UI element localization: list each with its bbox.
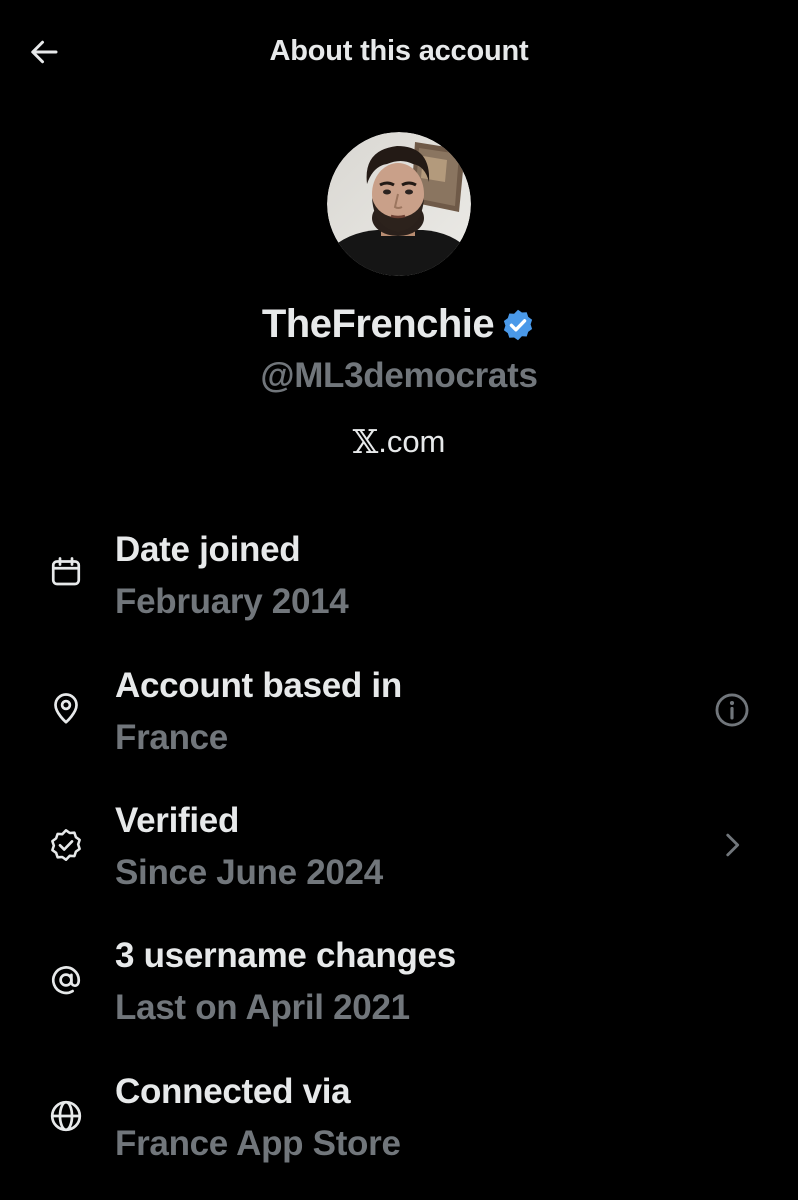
info-icon — [715, 693, 749, 727]
info-button[interactable] — [710, 688, 754, 732]
item-label: Account based in — [115, 666, 402, 705]
item-value: Last on April 2021 — [115, 988, 410, 1027]
item-value: Since June 2024 — [115, 853, 383, 892]
top-bar: About this account — [0, 0, 798, 104]
item-label: Verified — [115, 801, 240, 840]
avatar-photo — [327, 132, 471, 276]
page-title: About this account — [269, 35, 529, 67]
website-domain: .com — [378, 423, 446, 459]
username-handle: @ML3democrats — [260, 356, 538, 395]
at-sign-icon — [44, 958, 88, 1002]
avatar[interactable] — [327, 132, 471, 276]
profile-name-row: TheFrenchie — [0, 302, 798, 347]
verified-details-chevron[interactable] — [710, 823, 754, 867]
item-value: France App Store — [115, 1124, 401, 1163]
list-item-verified[interactable]: Verified Since June 2024 — [0, 791, 798, 911]
chevron-right-icon — [726, 833, 740, 857]
calendar-icon — [44, 550, 88, 594]
website-link[interactable]: 𝕏 .com — [0, 422, 798, 461]
list-item-connected-via: Connected via France App Store — [0, 1062, 798, 1182]
x-logo: 𝕏 — [352, 422, 379, 461]
list-item-date-joined: Date joined February 2014 — [0, 520, 798, 640]
location-pin-icon — [44, 686, 88, 730]
list-item-account-based-in: Account based in France — [0, 656, 798, 776]
item-label: 3 username changes — [115, 936, 456, 975]
display-name: TheFrenchie — [261, 302, 495, 346]
item-label: Date joined — [115, 530, 301, 569]
globe-icon — [44, 1094, 88, 1138]
verified-badge-icon — [504, 309, 533, 340]
item-value: February 2014 — [115, 582, 349, 621]
verified-outline-icon — [44, 823, 88, 867]
item-value: France — [115, 718, 228, 757]
list-item-username-changes: 3 username changes Last on April 2021 — [0, 926, 798, 1046]
item-label: Connected via — [115, 1072, 351, 1111]
